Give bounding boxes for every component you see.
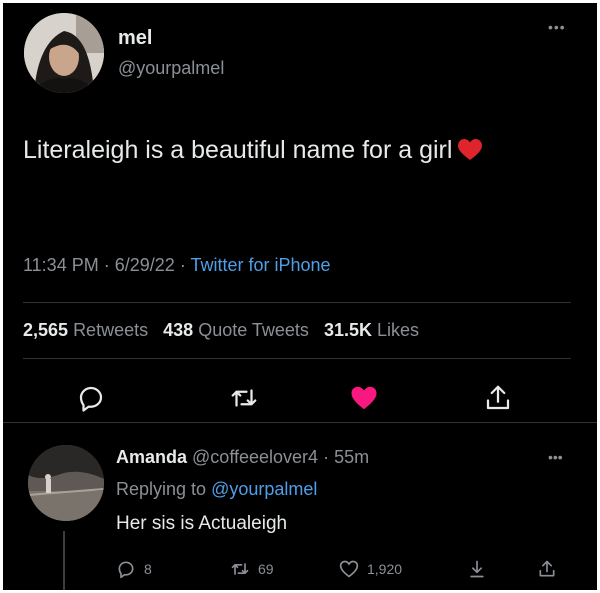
reply-share-button[interactable]	[537, 557, 557, 581]
author-avatar[interactable]	[24, 13, 104, 93]
author-handle[interactable]: @yourpalmel	[118, 58, 224, 79]
reply-like-button[interactable]: 1,920	[339, 557, 402, 581]
screenshot-frame: mel @yourpalmel ••• Literaleigh is a bea…	[3, 3, 597, 590]
replying-to-handle[interactable]: @yourpalmel	[211, 479, 317, 499]
divider	[23, 358, 571, 359]
quote-tweets-stat[interactable]: 438 Quote Tweets	[163, 320, 309, 340]
reply-author-name[interactable]: Amanda	[116, 447, 187, 467]
tweet-text: Literaleigh is a beautiful name for a gi…	[23, 136, 453, 164]
main-tweet[interactable]: mel @yourpalmel ••• Literaleigh is a bea…	[3, 3, 597, 423]
likes-label: Likes	[377, 320, 420, 340]
share-icon	[486, 385, 510, 410]
share-button[interactable]	[483, 383, 513, 413]
tweet-date: 6/29/22	[114, 255, 175, 275]
reply-author-handle[interactable]: @coffeeelover4	[192, 447, 318, 467]
reply-age: 55m	[334, 447, 370, 467]
thread-line	[63, 531, 65, 590]
meta-separator: ·	[318, 447, 335, 467]
retweets-stat[interactable]: 2,565 Retweets	[23, 320, 148, 340]
tweet-stats: 2,565 Retweets 438 Quote Tweets 31.5K Li…	[23, 320, 419, 341]
retweet-button[interactable]	[229, 383, 259, 413]
meta-separator: ·	[103, 255, 115, 275]
quote-tweets-count: 438	[163, 320, 194, 340]
replying-to-label: Replying to	[116, 479, 207, 499]
reply-icon	[118, 561, 134, 579]
tweet-time: 11:34 PM	[23, 255, 99, 275]
reply-author-avatar[interactable]	[28, 445, 104, 521]
reply-save-button[interactable]	[467, 557, 487, 581]
like-button[interactable]	[349, 383, 379, 413]
heart-icon	[351, 386, 377, 410]
author-display-name[interactable]: mel	[118, 27, 152, 50]
replying-to: Replying to @yourpalmel	[116, 479, 317, 500]
likes-count: 31.5K	[323, 320, 372, 340]
reply-button[interactable]	[76, 383, 106, 413]
meta-separator: ·	[179, 255, 191, 275]
reply-tweet[interactable]: Amanda @coffeeelover4 · 55m ••• Replying…	[3, 423, 597, 590]
share-icon	[539, 560, 555, 577]
heart-icon	[339, 560, 359, 578]
more-icon[interactable]: •••	[548, 449, 563, 465]
reply-likes-count: 1,920	[367, 561, 403, 577]
retweet-icon	[231, 563, 249, 575]
download-icon	[470, 560, 484, 578]
reply-header: Amanda @coffeeelover4 · 55m	[116, 447, 369, 468]
tweet-source-link[interactable]: Twitter for iPhone	[190, 255, 330, 275]
reply-retweets-count: 69	[258, 561, 274, 577]
quote-tweets-label: Quote Tweets	[198, 320, 309, 340]
likes-stat[interactable]: 31.5K Likes	[324, 320, 419, 340]
reply-replies-count: 8	[144, 561, 152, 577]
retweets-count: 2,565	[23, 320, 69, 340]
red-heart-icon	[458, 133, 483, 173]
reply-retweet-button[interactable]: 69	[230, 557, 274, 581]
divider	[23, 302, 571, 303]
reply-icon	[79, 386, 103, 412]
reply-text: Her sis is Actualeigh	[116, 513, 288, 534]
retweet-icon	[231, 389, 257, 407]
retweets-label: Retweets	[73, 320, 149, 340]
reply-reply-button[interactable]: 8	[116, 557, 152, 581]
more-icon[interactable]: •••	[548, 19, 566, 35]
tweet-meta: 11:34 PM · 6/29/22 · Twitter for iPhone	[23, 255, 331, 276]
tweet-body: Literaleigh is a beautiful name for a gi…	[23, 130, 563, 173]
